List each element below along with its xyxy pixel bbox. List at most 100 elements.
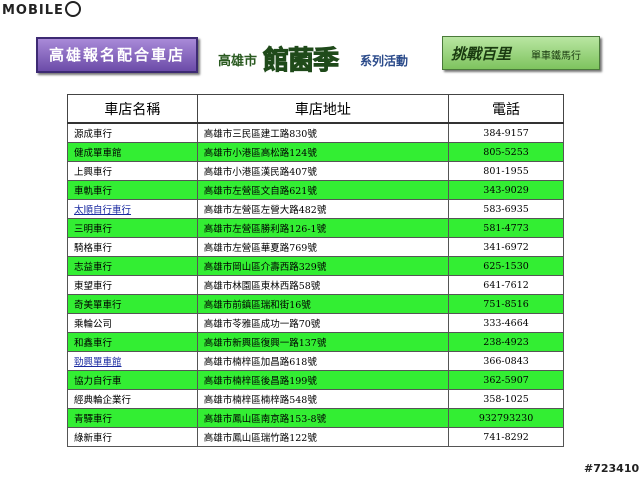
table-row: 健成單車館 高雄市小港區高松路124號 805-5253	[67, 142, 564, 162]
col-header-phone: 電話	[448, 94, 564, 124]
table-row: 和鑫車行 高雄市新興區復興一路137號 238-4923	[67, 332, 564, 352]
store-address-cell: 高雄市小港區漢民路407號	[196, 161, 450, 181]
store-address-cell: 高雄市楠梓區楠梓路548號	[196, 389, 450, 409]
store-name: 綠新車行	[74, 433, 113, 444]
col-header-address: 車店地址	[196, 94, 450, 124]
store-phone-cell: 805-5253	[448, 142, 564, 162]
store-name-cell: 上興車行	[67, 161, 198, 181]
store-phone-cell: 366-0843	[448, 351, 564, 371]
store-name-cell: 車軌車行	[67, 180, 198, 200]
store-name: 上興車行	[74, 167, 113, 178]
store-name-cell: 和鑫車行	[67, 332, 198, 352]
table-row: 太順自行車行 高雄市左營區左營大路482號 583-6935	[67, 199, 564, 219]
store-name-cell: 騎格車行	[67, 237, 198, 257]
photo-id-stamp: #723410	[584, 462, 640, 475]
table-row: 乘輪公司 高雄市苓雅區成功一路70號 333-4664	[67, 313, 564, 333]
store-phone-cell: 358-1025	[448, 389, 564, 409]
event-brand: 館菌季	[262, 46, 339, 77]
store-address-cell: 高雄市鳳山區南京路153-8號	[196, 408, 450, 428]
store-address-cell: 高雄市左營區勝利路126-1號	[196, 218, 450, 238]
challenge-main: 挑戰百里	[451, 45, 512, 63]
challenge-sub: 單車鐵馬行	[531, 51, 581, 62]
store-table: 車店名稱 車店地址 電話 源成車行 高雄市三民區建工路830號 384-9157 健成…	[67, 94, 564, 447]
store-name-cell[interactable]: 太順自行車行	[67, 199, 198, 219]
table-row: 經典輪企業行 高雄市楠梓區楠梓路548號 358-1025	[67, 389, 564, 409]
table-row: 車軌車行 高雄市左營區文自路621號 343-9029	[67, 180, 564, 200]
store-name-cell: 三明車行	[67, 218, 198, 238]
store-address-cell: 高雄市左營區左營大路482號	[196, 199, 450, 219]
table-row: 奇美單車行 高雄市前鎮區瑞和街16號 751-8516	[67, 294, 564, 314]
banner-challenge: 挑戰百里 單車鐵馬行	[442, 36, 600, 70]
store-address-cell: 高雄市楠梓區後昌路199號	[196, 370, 450, 390]
store-address-cell: 高雄市三民區建工路830號	[196, 122, 450, 143]
table-row: 騎格車行 高雄市左營區華夏路769號 341-6972	[67, 237, 564, 257]
watermark-text: MOBILE	[2, 3, 64, 18]
store-phone-cell: 932793230	[448, 408, 564, 428]
store-name-cell: 奇美單車行	[67, 294, 198, 314]
store-address-cell: 高雄市鳳山區瑞竹路122號	[196, 427, 450, 447]
store-phone-cell: 384-9157	[448, 122, 564, 143]
watermark-logo-icon	[64, 1, 81, 17]
table-row: 三明車行 高雄市左營區勝利路126-1號 581-4773	[67, 218, 564, 238]
store-name: 健成單車館	[74, 148, 122, 159]
store-name-cell: 東望車行	[67, 275, 198, 295]
store-address-cell: 高雄市左營區文自路621號	[196, 180, 450, 200]
store-name-cell: 青驛車行	[67, 408, 198, 428]
store-name-cell: 健成單車館	[67, 142, 198, 162]
store-phone-cell: 801-1955	[448, 161, 564, 181]
store-address-cell: 高雄市小港區高松路124號	[196, 142, 450, 162]
store-name: 源成車行	[74, 129, 113, 140]
store-name: 東望車行	[74, 281, 113, 292]
table-row: 勁興單車館 高雄市楠梓區加昌路618號 366-0843	[67, 351, 564, 371]
store-phone-cell: 341-6972	[448, 237, 564, 257]
col-header-name: 車店名稱	[67, 94, 198, 124]
store-name: 乘輪公司	[74, 319, 113, 330]
mobile01-watermark: MOBILE	[2, 1, 81, 18]
store-name: 協力自行車	[74, 376, 122, 387]
store-name: 車軌車行	[74, 186, 113, 197]
table-row: 東望車行 高雄市林園區東林西路58號 641-7612	[67, 275, 564, 295]
store-name: 經典輪企業行	[74, 395, 132, 406]
table-row: 綠新車行 高雄市鳳山區瑞竹路122號 741-8292	[67, 427, 564, 447]
store-name: 志益車行	[74, 262, 113, 273]
store-address-cell: 高雄市楠梓區加昌路618號	[196, 351, 450, 371]
store-address-cell: 高雄市苓雅區成功一路70號	[196, 313, 450, 333]
store-phone-cell: 583-6935	[448, 199, 564, 219]
banner-event-logo: 高雄市 館菌季 系列活動	[218, 40, 438, 77]
store-name: 青驛車行	[74, 414, 113, 425]
store-phone-cell: 238-4923	[448, 332, 564, 352]
store-name-link[interactable]: 勁興單車館	[74, 357, 122, 368]
store-name: 和鑫車行	[74, 338, 113, 349]
store-name-link[interactable]: 太順自行車行	[74, 205, 131, 216]
store-phone-cell: 741-8292	[448, 427, 564, 447]
store-address-cell: 高雄市左營區華夏路769號	[196, 237, 450, 257]
store-name-cell: 綠新車行	[67, 427, 198, 447]
event-activity: 系列活動	[360, 54, 409, 68]
store-address-cell: 高雄市新興區復興一路137號	[196, 332, 450, 352]
banner-store-title: 高雄報名配合車店	[36, 37, 198, 73]
store-phone-cell: 751-8516	[448, 294, 564, 314]
table-header-row: 車店名稱 車店地址 電話	[67, 94, 564, 124]
table-row: 上興車行 高雄市小港區漢民路407號 801-1955	[67, 161, 564, 181]
store-phone-cell: 333-4664	[448, 313, 564, 333]
store-phone-cell: 581-4773	[448, 218, 564, 238]
store-phone-cell: 625-1530	[448, 256, 564, 276]
store-name: 騎格車行	[74, 243, 113, 254]
store-name-cell: 志益車行	[67, 256, 198, 276]
store-name-cell[interactable]: 勁興單車館	[67, 351, 198, 371]
store-name: 奇美單車行	[74, 300, 122, 311]
store-name-cell: 協力自行車	[67, 370, 198, 390]
store-name-cell: 源成車行	[67, 122, 198, 143]
store-phone-cell: 641-7612	[448, 275, 564, 295]
table-row: 青驛車行 高雄市鳳山區南京路153-8號 932793230	[67, 408, 564, 428]
store-address-cell: 高雄市林園區東林西路58號	[196, 275, 450, 295]
store-name-cell: 經典輪企業行	[67, 389, 198, 409]
store-address-cell: 高雄市前鎮區瑞和街16號	[196, 294, 450, 314]
store-name: 三明車行	[74, 224, 113, 235]
table-row: 協力自行車 高雄市楠梓區後昌路199號 362-5907	[67, 370, 564, 390]
table-row: 志益車行 高雄市岡山區介壽西路329號 625-1530	[67, 256, 564, 276]
table-row: 源成車行 高雄市三民區建工路830號 384-9157	[67, 122, 564, 143]
store-name-cell: 乘輪公司	[67, 313, 198, 333]
event-city: 高雄市	[218, 54, 258, 69]
store-phone-cell: 362-5907	[448, 370, 564, 390]
